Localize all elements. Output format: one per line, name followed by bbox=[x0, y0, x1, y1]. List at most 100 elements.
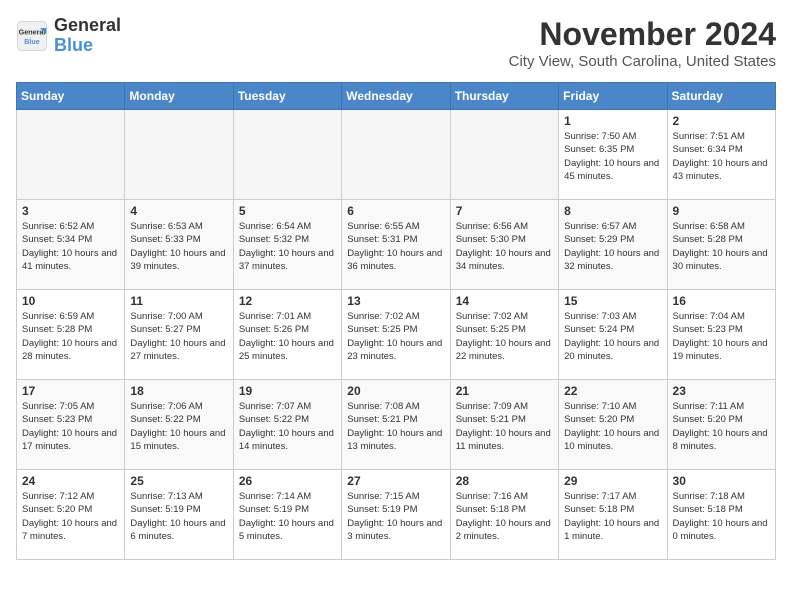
calendar-day-cell: 25 Sunrise: 7:13 AMSunset: 5:19 PMDayligh… bbox=[125, 470, 233, 560]
day-number: 20 bbox=[347, 384, 444, 398]
calendar-day-cell: 10 Sunrise: 6:59 AMSunset: 5:28 PMDayligh… bbox=[17, 290, 125, 380]
day-number: 28 bbox=[456, 474, 553, 488]
day-info: Sunrise: 7:13 AMSunset: 5:19 PMDaylight:… bbox=[130, 490, 227, 543]
logo-icon: General Blue bbox=[16, 20, 48, 52]
calendar-day-cell: 1 Sunrise: 7:50 AMSunset: 6:35 PMDaylight… bbox=[559, 110, 667, 200]
day-number: 3 bbox=[22, 204, 119, 218]
day-info: Sunrise: 6:57 AMSunset: 5:29 PMDaylight:… bbox=[564, 220, 661, 273]
day-number: 10 bbox=[22, 294, 119, 308]
calendar-day-cell: 26Sunrise: 7:14 AMSunset: 5:19 PMDayligh… bbox=[233, 470, 341, 560]
calendar-day-cell: 24Sunrise: 7:12 AMSunset: 5:20 PMDayligh… bbox=[17, 470, 125, 560]
day-info: Sunrise: 6:53 AMSunset: 5:33 PMDaylight:… bbox=[130, 220, 227, 273]
calendar-day-cell bbox=[17, 110, 125, 200]
day-number: 29 bbox=[564, 474, 661, 488]
day-number: 5 bbox=[239, 204, 336, 218]
day-info: Sunrise: 7:08 AMSunset: 5:21 PMDaylight:… bbox=[347, 400, 444, 453]
day-info: Sunrise: 7:07 AMSunset: 5:22 PMDaylight:… bbox=[239, 400, 336, 453]
calendar-day-cell: 21 Sunrise: 7:09 AMSunset: 5:21 PMDayligh… bbox=[450, 380, 558, 470]
logo: General Blue General Blue bbox=[16, 16, 121, 56]
day-info: Sunrise: 7:11 AMSunset: 5:20 PMDaylight:… bbox=[673, 400, 770, 453]
day-number: 17 bbox=[22, 384, 119, 398]
day-number: 11 bbox=[130, 294, 227, 308]
calendar-day-cell: 5 Sunrise: 6:54 AMSunset: 5:32 PMDaylight… bbox=[233, 200, 341, 290]
calendar-day-cell bbox=[125, 110, 233, 200]
calendar-week-row: 10 Sunrise: 6:59 AMSunset: 5:28 PMDayligh… bbox=[17, 290, 776, 380]
calendar-day-cell bbox=[450, 110, 558, 200]
calendar-day-cell: 7 Sunrise: 6:56 AMSunset: 5:30 PMDaylight… bbox=[450, 200, 558, 290]
day-info: Sunrise: 7:15 AMSunset: 5:19 PMDaylight:… bbox=[347, 490, 444, 543]
calendar-day-cell: 16Sunrise: 7:04 AMSunset: 5:23 PMDayligh… bbox=[667, 290, 775, 380]
day-info: Sunrise: 7:06 AMSunset: 5:22 PMDaylight:… bbox=[130, 400, 227, 453]
weekday-header: Tuesday bbox=[233, 83, 341, 110]
calendar-day-cell: 22Sunrise: 7:10 AMSunset: 5:20 PMDayligh… bbox=[559, 380, 667, 470]
day-info: Sunrise: 7:51 AMSunset: 6:34 PMDaylight:… bbox=[673, 130, 770, 183]
calendar-day-cell: 14Sunrise: 7:02 AMSunset: 5:25 PMDayligh… bbox=[450, 290, 558, 380]
day-info: Sunrise: 7:10 AMSunset: 5:20 PMDaylight:… bbox=[564, 400, 661, 453]
calendar-week-row: 24Sunrise: 7:12 AMSunset: 5:20 PMDayligh… bbox=[17, 470, 776, 560]
day-info: Sunrise: 6:52 AMSunset: 5:34 PMDaylight:… bbox=[22, 220, 119, 273]
day-info: Sunrise: 7:14 AMSunset: 5:19 PMDaylight:… bbox=[239, 490, 336, 543]
day-number: 25 bbox=[130, 474, 227, 488]
calendar-table: SundayMondayTuesdayWednesdayThursdayFrid… bbox=[16, 82, 776, 560]
calendar-day-cell: 18 Sunrise: 7:06 AMSunset: 5:22 PMDayligh… bbox=[125, 380, 233, 470]
weekday-header: Monday bbox=[125, 83, 233, 110]
day-info: Sunrise: 7:02 AMSunset: 5:25 PMDaylight:… bbox=[456, 310, 553, 363]
day-info: Sunrise: 7:17 AMSunset: 5:18 PMDaylight:… bbox=[564, 490, 661, 543]
page-header: General Blue General Blue November 2024 … bbox=[16, 16, 776, 70]
day-info: Sunrise: 7:50 AMSunset: 6:35 PMDaylight:… bbox=[564, 130, 661, 183]
day-number: 24 bbox=[22, 474, 119, 488]
calendar-day-cell: 4 Sunrise: 6:53 AMSunset: 5:33 PMDaylight… bbox=[125, 200, 233, 290]
calendar-day-cell: 9 Sunrise: 6:58 AMSunset: 5:28 PMDaylight… bbox=[667, 200, 775, 290]
day-number: 9 bbox=[673, 204, 770, 218]
calendar-day-cell: 13 Sunrise: 7:02 AMSunset: 5:25 PMDayligh… bbox=[342, 290, 450, 380]
calendar-week-row: 17 Sunrise: 7:05 AMSunset: 5:23 PMDayligh… bbox=[17, 380, 776, 470]
day-number: 18 bbox=[130, 384, 227, 398]
day-number: 27 bbox=[347, 474, 444, 488]
calendar-day-cell bbox=[342, 110, 450, 200]
day-info: Sunrise: 6:59 AMSunset: 5:28 PMDaylight:… bbox=[22, 310, 119, 363]
weekday-header: Friday bbox=[559, 83, 667, 110]
calendar-day-cell: 27 Sunrise: 7:15 AMSunset: 5:19 PMDayligh… bbox=[342, 470, 450, 560]
day-info: Sunrise: 7:16 AMSunset: 5:18 PMDaylight:… bbox=[456, 490, 553, 543]
day-number: 19 bbox=[239, 384, 336, 398]
weekday-header: Wednesday bbox=[342, 83, 450, 110]
day-number: 30 bbox=[673, 474, 770, 488]
calendar-day-cell: 6Sunrise: 6:55 AMSunset: 5:31 PMDaylight… bbox=[342, 200, 450, 290]
day-info: Sunrise: 7:04 AMSunset: 5:23 PMDaylight:… bbox=[673, 310, 770, 363]
calendar-day-cell: 2 Sunrise: 7:51 AMSunset: 6:34 PMDaylight… bbox=[667, 110, 775, 200]
month-title: November 2024 bbox=[509, 16, 776, 53]
weekday-header: Thursday bbox=[450, 83, 558, 110]
weekday-header: Saturday bbox=[667, 83, 775, 110]
day-number: 4 bbox=[130, 204, 227, 218]
day-info: Sunrise: 7:05 AMSunset: 5:23 PMDaylight:… bbox=[22, 400, 119, 453]
day-info: Sunrise: 6:54 AMSunset: 5:32 PMDaylight:… bbox=[239, 220, 336, 273]
calendar-day-cell: 12 Sunrise: 7:01 AMSunset: 5:26 PMDayligh… bbox=[233, 290, 341, 380]
day-info: Sunrise: 6:58 AMSunset: 5:28 PMDaylight:… bbox=[673, 220, 770, 273]
day-number: 7 bbox=[456, 204, 553, 218]
calendar-day-cell: 23 Sunrise: 7:11 AMSunset: 5:20 PMDayligh… bbox=[667, 380, 775, 470]
day-info: Sunrise: 7:18 AMSunset: 5:18 PMDaylight:… bbox=[673, 490, 770, 543]
day-info: Sunrise: 6:56 AMSunset: 5:30 PMDaylight:… bbox=[456, 220, 553, 273]
calendar-day-cell: 28 Sunrise: 7:16 AMSunset: 5:18 PMDayligh… bbox=[450, 470, 558, 560]
calendar-day-cell: 11 Sunrise: 7:00 AMSunset: 5:27 PMDayligh… bbox=[125, 290, 233, 380]
calendar-day-cell bbox=[233, 110, 341, 200]
calendar-day-cell: 20 Sunrise: 7:08 AMSunset: 5:21 PMDayligh… bbox=[342, 380, 450, 470]
day-number: 21 bbox=[456, 384, 553, 398]
day-info: Sunrise: 7:00 AMSunset: 5:27 PMDaylight:… bbox=[130, 310, 227, 363]
calendar-week-row: 3 Sunrise: 6:52 AMSunset: 5:34 PMDaylight… bbox=[17, 200, 776, 290]
day-number: 8 bbox=[564, 204, 661, 218]
day-info: Sunrise: 7:02 AMSunset: 5:25 PMDaylight:… bbox=[347, 310, 444, 363]
day-info: Sunrise: 6:55 AMSunset: 5:31 PMDaylight:… bbox=[347, 220, 444, 273]
calendar-day-cell: 15Sunrise: 7:03 AMSunset: 5:24 PMDayligh… bbox=[559, 290, 667, 380]
title-area: November 2024 City View, South Carolina,… bbox=[509, 16, 776, 70]
calendar-day-cell: 17 Sunrise: 7:05 AMSunset: 5:23 PMDayligh… bbox=[17, 380, 125, 470]
day-number: 12 bbox=[239, 294, 336, 308]
day-number: 1 bbox=[564, 114, 661, 128]
day-number: 2 bbox=[673, 114, 770, 128]
day-number: 23 bbox=[673, 384, 770, 398]
calendar-week-row: 1 Sunrise: 7:50 AMSunset: 6:35 PMDaylight… bbox=[17, 110, 776, 200]
day-info: Sunrise: 7:01 AMSunset: 5:26 PMDaylight:… bbox=[239, 310, 336, 363]
day-number: 15 bbox=[564, 294, 661, 308]
day-info: Sunrise: 7:09 AMSunset: 5:21 PMDaylight:… bbox=[456, 400, 553, 453]
day-number: 13 bbox=[347, 294, 444, 308]
